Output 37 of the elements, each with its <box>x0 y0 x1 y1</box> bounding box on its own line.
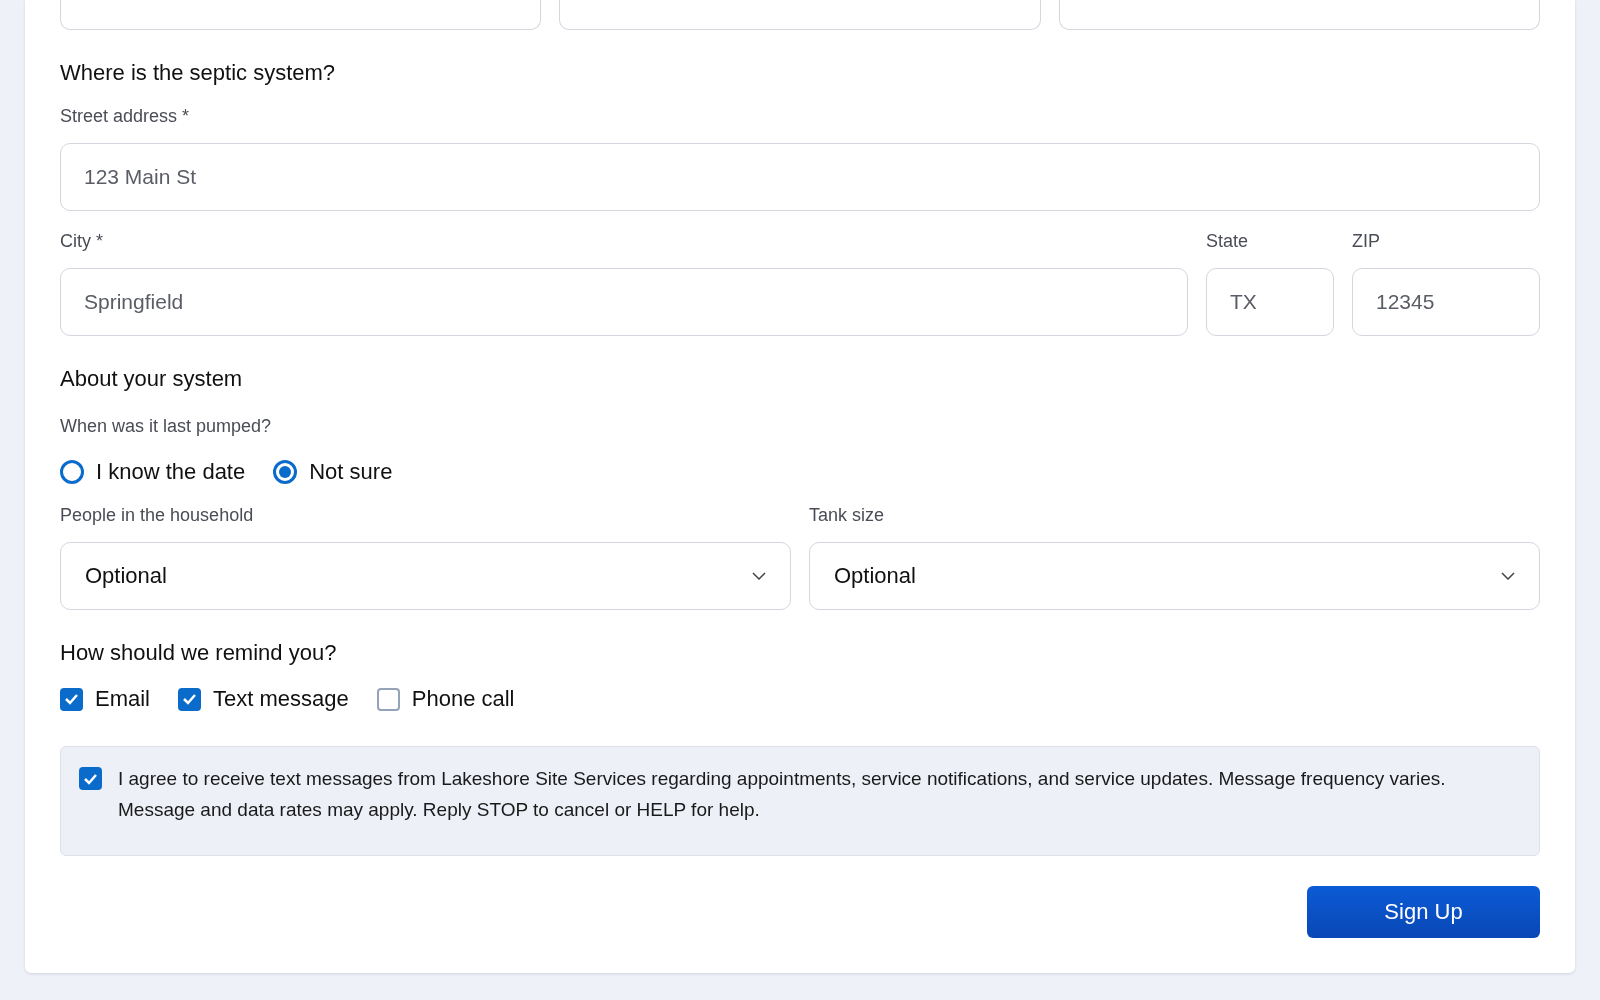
option-label: Text message <box>213 686 349 712</box>
checkbox-option[interactable]: Phone call <box>376 686 515 712</box>
field-label: When was it last pumped? <box>60 416 273 437</box>
check-icon <box>64 693 79 705</box>
input-field[interactable]: 123 Main St <box>60 143 1540 211</box>
field-label: City * <box>60 231 104 252</box>
option-label: Email <box>95 686 150 712</box>
chevron-down-icon <box>1501 572 1515 580</box>
check-icon <box>83 772 98 785</box>
section-heading: Where is the septic system? <box>60 60 337 86</box>
field-label: Street address * <box>60 106 191 127</box>
field-label: People in the household <box>60 505 255 526</box>
option-label: Phone call <box>411 686 515 712</box>
field-label: Tank size <box>809 505 886 526</box>
input-field[interactable] <box>1058 0 1540 30</box>
section-heading: How should we remind you? <box>60 640 338 666</box>
input-field[interactable] <box>559 0 1041 30</box>
radio-option[interactable]: Not sure <box>273 459 393 485</box>
input-field[interactable]: Springfield <box>60 268 1188 336</box>
option-label: Not sure <box>309 459 393 485</box>
field-label: ZIP <box>1352 231 1381 252</box>
checkbox-option[interactable]: Text message <box>178 686 349 712</box>
sign-up-button[interactable]: Sign Up <box>1307 886 1540 938</box>
field-label: State <box>1206 231 1250 252</box>
section-heading: About your system <box>60 366 244 392</box>
select-field[interactable]: Optional <box>60 542 791 610</box>
checkbox-option[interactable]: Email <box>60 686 150 712</box>
checkbox[interactable] <box>79 767 102 790</box>
option-label: I know the date <box>96 459 246 485</box>
chevron-down-icon <box>752 572 766 580</box>
input-field[interactable] <box>60 0 542 30</box>
consent-text: I agree to receive text messages from Lakeshore Site Services regarding appointments, service notifications, and service updates. Message frequency varies. Message and data rates may apply. Reply STOP to cancel or HELP for help. <box>118 767 1447 822</box>
radio-option[interactable]: I know the date <box>60 459 246 485</box>
input-field[interactable]: 12345 <box>1352 268 1540 336</box>
check-icon <box>182 693 197 705</box>
select-field[interactable]: Optional <box>809 542 1540 610</box>
input-field[interactable]: TX <box>1206 268 1334 336</box>
